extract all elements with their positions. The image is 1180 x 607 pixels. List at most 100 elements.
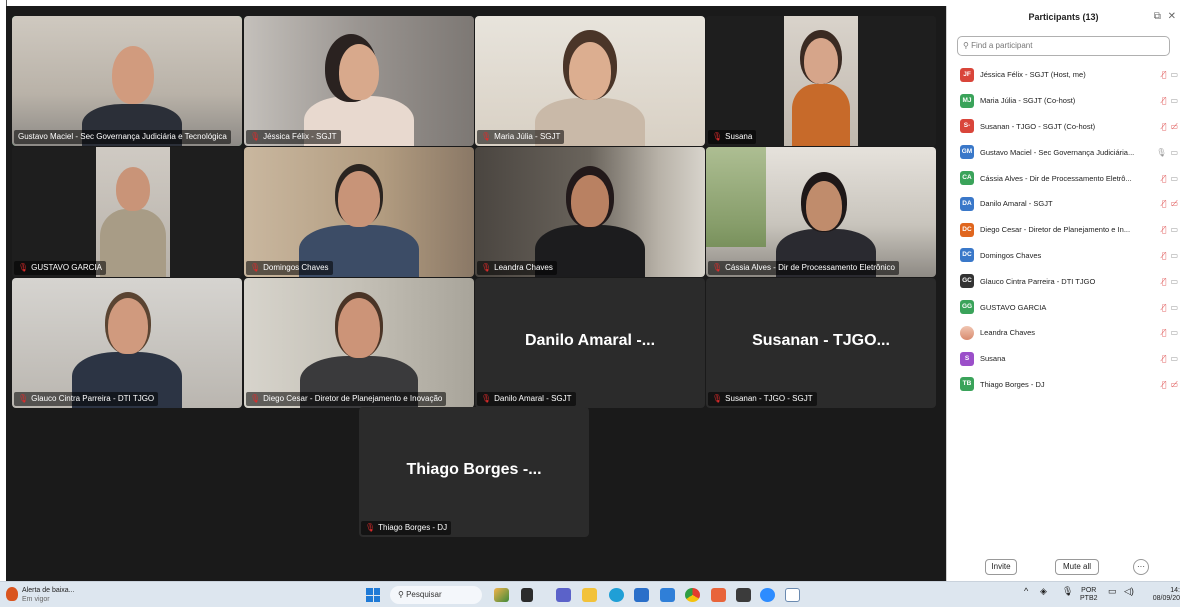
video-icon[interactable]: ▭ xyxy=(1170,251,1178,260)
participant-name: Susana xyxy=(980,354,1006,364)
video-icon[interactable]: ▭ xyxy=(1170,277,1178,286)
video-off-icon[interactable]: ▭̸ xyxy=(1170,199,1178,208)
video-tile[interactable]: 🎙 Cássia Alves - Dir de Processamento Ele… xyxy=(706,147,936,277)
participant-row[interactable]: TB Thiago Borges - DJ 🎙̸ ▭̸ xyxy=(947,372,1180,398)
video-tile[interactable]: 🎙 Diego Cesar - Diretor de Planejamento e… xyxy=(244,278,474,408)
video-tile[interactable]: 🎙 Domingos Chaves xyxy=(244,147,474,277)
taskbar-search[interactable]: ⚲ Pesquisar xyxy=(390,586,482,604)
participant-row[interactable]: JF Jéssica Félix - SGJT (Host, me) 🎙̸ ▭ xyxy=(947,62,1180,88)
participant-name-label: 🎙 Maria Júlia - SGJT xyxy=(477,130,565,144)
app-icon-media[interactable] xyxy=(736,588,751,602)
avatar: CA xyxy=(960,171,974,186)
video-icon[interactable]: ▭ xyxy=(1170,328,1178,337)
participant-name: Thiago Borges - DJ xyxy=(980,379,1045,389)
video-tile[interactable]: Gustavo Maciel - Sec Governança Judiciár… xyxy=(12,16,242,146)
mute-all-button[interactable]: Mute all xyxy=(1055,559,1099,575)
video-gallery: Gustavo Maciel - Sec Governança Judiciár… xyxy=(6,6,946,581)
network-icon[interactable]: ◈ xyxy=(1040,587,1047,596)
volume-icon[interactable]: ◁) xyxy=(1124,587,1134,596)
video-off-icon[interactable]: ▭̸ xyxy=(1170,380,1178,389)
participant-row[interactable]: DC Domingos Chaves 🎙̸ ▭ xyxy=(947,243,1180,269)
muted-mic-icon: 🎙 xyxy=(712,132,723,141)
participant-row[interactable]: CA Cássia Alves - Dir de Processamento E… xyxy=(947,165,1180,191)
mic-muted-icon[interactable]: 🎙̸ xyxy=(1162,328,1167,337)
video-tile[interactable]: Danilo Amaral -... 🎙 Danilo Amaral - SGJT xyxy=(475,278,705,408)
participant-row[interactable]: S- Susanan - TJGO - SGJT (Co-host) 🎙̸ ▭̸ xyxy=(947,114,1180,140)
mic-muted-icon[interactable]: 🎙̸ xyxy=(1162,70,1167,79)
participant-name-label: 🎙 Glauco Cintra Parreira - DTI TJGO xyxy=(14,392,159,406)
mic-muted-icon[interactable]: 🎙̸ xyxy=(1162,96,1167,105)
video-icon[interactable]: ▭ xyxy=(1170,96,1178,105)
participant-name-label: 🎙 Danilo Amaral - SGJT xyxy=(477,392,576,406)
video-tile[interactable]: 🎙 Maria Júlia - SGJT xyxy=(475,16,705,146)
muted-mic-icon: 🎙 xyxy=(712,394,723,403)
mic-muted-icon[interactable]: 🎙̸ xyxy=(1162,277,1167,286)
notepad-app-icon[interactable] xyxy=(785,588,800,602)
weather-alert-widget[interactable]: Alerta de baixa... Em vigor xyxy=(22,586,75,604)
mic-muted-icon[interactable]: 🎙̸ xyxy=(1162,303,1167,312)
more-options-button[interactable]: ··· xyxy=(1133,559,1149,575)
close-icon[interactable]: ✕ xyxy=(1168,11,1176,22)
zoom-app-icon[interactable] xyxy=(760,588,775,602)
file-explorer-icon[interactable] xyxy=(582,588,597,602)
video-icon[interactable]: ▭ xyxy=(1170,354,1178,363)
participant-row[interactable]: S Susana 🎙̸ ▭ xyxy=(947,346,1180,372)
video-icon[interactable]: ▭ xyxy=(1170,174,1178,183)
video-icon[interactable]: ▭ xyxy=(1170,225,1178,234)
video-tile[interactable]: 🎙 Jéssica Félix - SGJT xyxy=(244,16,474,146)
popout-icon[interactable]: ⧉ xyxy=(1154,11,1161,22)
video-tile[interactable]: 🎙 Glauco Cintra Parreira - DTI TJGO xyxy=(12,278,242,408)
video-tile[interactable]: Susanan - TJGO... 🎙 Susanan - TJGO - SGJT xyxy=(706,278,936,408)
muted-mic-icon: 🎙 xyxy=(481,263,492,272)
avatar: GG xyxy=(960,300,974,315)
participant-row[interactable]: MJ Maria Júlia - SGJT (Co-host) 🎙̸ ▭ xyxy=(947,88,1180,114)
clock[interactable]: 14: 08/09/20 xyxy=(1146,587,1180,603)
avatar: S- xyxy=(960,119,974,134)
mic-muted-icon[interactable]: 🎙̸ xyxy=(1162,251,1167,260)
windows-start-icon[interactable] xyxy=(366,588,380,602)
video-icon[interactable]: ▭ xyxy=(1170,303,1178,312)
invite-button[interactable]: Invite xyxy=(985,559,1017,575)
widgets-app-icon[interactable] xyxy=(494,588,509,602)
video-icon[interactable]: ▭ xyxy=(1170,148,1178,157)
mic-muted-icon[interactable]: 🎙̸ xyxy=(1162,225,1167,234)
chrome-browser-icon[interactable] xyxy=(685,588,700,602)
edge-browser-icon[interactable] xyxy=(609,588,624,602)
outlook-app-icon[interactable] xyxy=(660,588,675,602)
participant-row[interactable]: GC Glauco Cintra Parreira - DTI TJGO 🎙̸ ▭ xyxy=(947,268,1180,294)
mic-muted-icon[interactable]: 🎙̸ xyxy=(1162,199,1167,208)
mic-muted-icon[interactable]: 🎙̸ xyxy=(1162,174,1167,183)
app-icon-orange[interactable] xyxy=(711,588,726,602)
tray-chevron-icon[interactable]: ^ xyxy=(1024,587,1028,596)
task-view-icon[interactable] xyxy=(521,588,533,602)
participant-name-label: 🎙 Susanan - TJGO - SGJT xyxy=(708,392,817,406)
mic-muted-icon[interactable]: 🎙̸ xyxy=(1162,380,1167,389)
video-off-icon[interactable]: ▭̸ xyxy=(1170,122,1178,131)
muted-mic-icon: 🎙 xyxy=(712,263,723,272)
muted-mic-icon: 🎙 xyxy=(250,394,261,403)
avatar: MJ xyxy=(960,93,974,108)
mic-icon[interactable]: 🎙 xyxy=(1156,148,1166,157)
video-tile[interactable]: 🎙 GUSTAVO GARCIA xyxy=(12,147,242,277)
search-input[interactable]: ⚲ Find a participant xyxy=(957,36,1170,56)
language-code: POR xyxy=(1081,587,1097,594)
video-tile[interactable]: 🎙 Leandra Chaves xyxy=(475,147,705,277)
mic-muted-icon[interactable]: 🎙̸ xyxy=(1162,122,1167,131)
video-tile[interactable]: Thiago Borges -... 🎙 Thiago Borges - DJ xyxy=(359,407,589,537)
participant-row[interactable]: DC Diego Cesar - Diretor de Planejamento… xyxy=(947,217,1180,243)
panel-footer: Invite Mute all ··· xyxy=(947,559,1180,577)
participant-row[interactable]: Leandra Chaves 🎙̸ ▭ xyxy=(947,320,1180,346)
microphone-icon[interactable]: 🎙 xyxy=(1062,587,1073,596)
participant-row[interactable]: GG GUSTAVO GARCIA 🎙̸ ▭ xyxy=(947,294,1180,320)
store-app-icon[interactable] xyxy=(634,588,649,602)
video-icon[interactable]: ▭ xyxy=(1170,70,1178,79)
participant-row[interactable]: GM Gustavo Maciel - Sec Governança Judic… xyxy=(947,139,1180,165)
teams-app-icon[interactable] xyxy=(556,588,571,602)
weather-alert-icon[interactable] xyxy=(6,587,18,601)
mic-muted-icon[interactable]: 🎙̸ xyxy=(1162,354,1167,363)
participant-row[interactable]: DA Danilo Amaral - SGJT 🎙̸ ▭̸ xyxy=(947,191,1180,217)
display-icon[interactable]: ▭ xyxy=(1108,587,1117,596)
video-tile[interactable]: 🎙 Susana xyxy=(706,16,936,146)
avatar: GC xyxy=(960,274,974,289)
language-indicator[interactable]: POR PTB2 xyxy=(1080,587,1098,603)
